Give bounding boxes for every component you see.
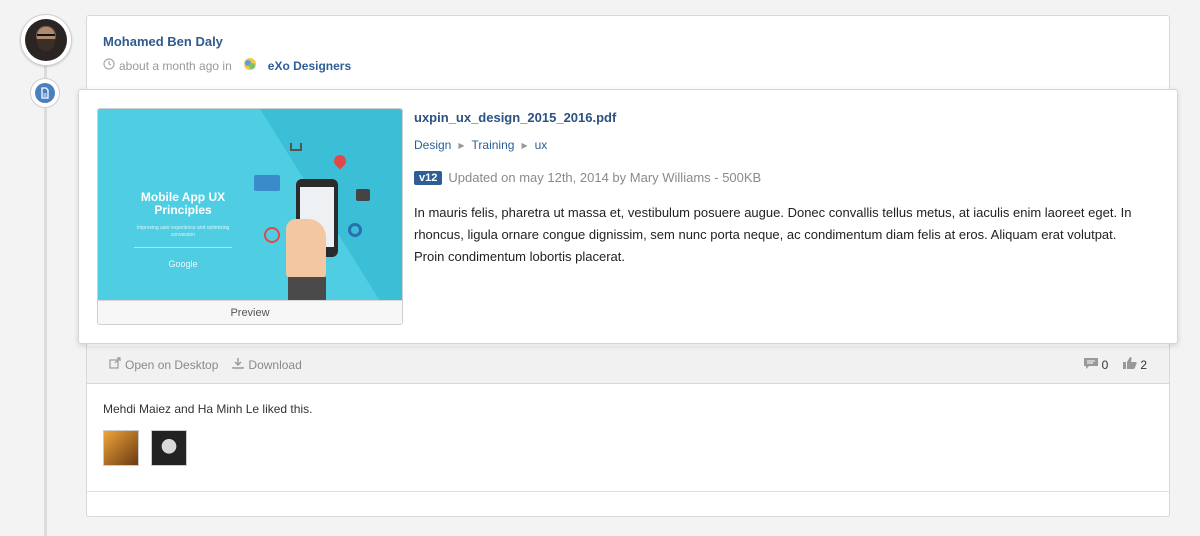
cart-icon <box>290 143 302 151</box>
action-bar: Open on Desktop Download 0 2 <box>87 346 1169 384</box>
breadcrumb: Design ▶ Training ▶ ux <box>414 138 547 152</box>
updated-text: Updated on may 12th, 2014 by Mary Willia… <box>448 170 762 185</box>
liker-avatar[interactable] <box>151 430 187 466</box>
alert-icon <box>264 227 280 243</box>
document-icon <box>35 83 55 103</box>
open-on-desktop-label: Open on Desktop <box>125 357 219 372</box>
thumbs-up-icon <box>1122 356 1138 373</box>
thumbnail-brand: Google <box>168 259 198 269</box>
activity-time: about a month ago in <box>119 58 232 73</box>
likes-summary: Mehdi Maiez and Ha Minh Le liked this. <box>103 402 313 416</box>
liker-avatar[interactable] <box>103 430 139 466</box>
space-link[interactable]: eXo Designers <box>268 59 351 73</box>
likes-count: 2 <box>1140 357 1147 372</box>
download-button[interactable]: Download <box>232 357 302 372</box>
comments-count: 0 <box>1101 357 1109 372</box>
clock-icon <box>103 58 115 73</box>
thumbnail-title: Mobile App UX Principles <box>140 190 226 217</box>
breadcrumb-item[interactable]: Training <box>472 138 515 152</box>
avatar <box>25 19 67 61</box>
space-icon <box>242 56 258 75</box>
preview-button[interactable]: Preview <box>98 300 402 324</box>
file-name-link[interactable]: uxpin_ux_design_2015_2016.pdf <box>414 110 616 125</box>
thumbnail-subtitle: Improving user experience and optimizing… <box>136 225 230 238</box>
divider <box>87 491 1169 492</box>
thumbnail-image: Mobile App UX Principles Improving user … <box>98 109 402 300</box>
hand-illustration <box>286 219 326 279</box>
download-icon <box>232 357 245 372</box>
file-description: In mauris felis, pharetra ut massa et, v… <box>414 205 1132 264</box>
map-pin-icon <box>331 152 349 170</box>
breadcrumb-item[interactable]: ux <box>535 138 548 152</box>
version-info: v12 Updated on may 12th, 2014 by Mary Wi… <box>414 170 761 185</box>
comment-icon <box>1083 357 1099 373</box>
chat-bubble-icon <box>254 175 280 191</box>
open-external-icon <box>109 357 121 372</box>
like-button[interactable]: 2 <box>1122 356 1147 373</box>
chevron-right-icon: ▶ <box>458 140 465 150</box>
breadcrumb-item[interactable]: Design <box>414 138 451 152</box>
activity-meta: about a month ago in eXo Designers <box>103 56 351 75</box>
timeline-line <box>44 60 47 536</box>
magnifier-icon <box>348 223 362 237</box>
file-preview-box: Mobile App UX Principles Improving user … <box>78 89 1178 344</box>
file-thumbnail[interactable]: Mobile App UX Principles Improving user … <box>97 108 403 325</box>
author-avatar[interactable] <box>20 14 72 66</box>
lock-icon <box>356 189 370 201</box>
document-type-badge <box>30 78 60 108</box>
version-badge[interactable]: v12 <box>414 170 443 185</box>
download-label: Download <box>248 357 302 372</box>
open-on-desktop-button[interactable]: Open on Desktop <box>109 357 218 372</box>
author-name[interactable]: Mohamed Ben Daly <box>103 34 223 49</box>
comments-button[interactable]: 0 <box>1083 356 1109 373</box>
chevron-right-icon: ▶ <box>521 140 528 150</box>
